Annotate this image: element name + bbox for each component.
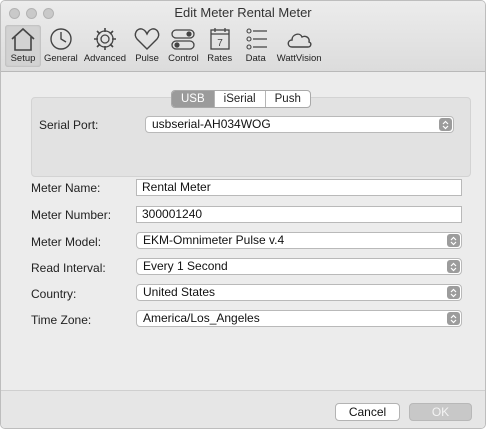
- tab-data[interactable]: Data: [238, 25, 274, 67]
- home-icon: [8, 25, 38, 53]
- tab-push[interactable]: Push: [264, 91, 310, 107]
- meter-name-label: Meter Name:: [31, 181, 101, 195]
- calendar-day: 7: [217, 38, 223, 49]
- calendar-icon: 7: [205, 25, 235, 53]
- country-select[interactable]: United States: [136, 284, 462, 301]
- chevron-updown-icon: [439, 118, 452, 131]
- window-title: Edit Meter Rental Meter: [174, 5, 312, 20]
- time-zone-select[interactable]: America/Los_Angeles: [136, 310, 462, 327]
- meter-model-label: Meter Model:: [31, 235, 102, 249]
- tab-label: General: [44, 53, 78, 64]
- toolbar: Setup General Advanced Pulse Control 7 R…: [5, 25, 325, 67]
- clock-icon: [46, 25, 76, 53]
- edit-meter-window: Edit Meter Rental Meter Setup General Ad…: [0, 0, 486, 429]
- tab-control[interactable]: Control: [165, 25, 202, 67]
- connection-type-control: USB iSerial Push: [171, 90, 311, 108]
- chevron-updown-icon: [447, 234, 460, 247]
- serial-port-select[interactable]: usbserial-AH034WOG: [145, 116, 454, 133]
- country-value: United States: [143, 285, 216, 299]
- time-zone-value: America/Los_Angeles: [143, 311, 260, 325]
- tab-label: Data: [245, 53, 266, 64]
- tab-setup[interactable]: Setup: [5, 25, 41, 67]
- serial-port-value: usbserial-AH034WOG: [152, 117, 271, 131]
- chevron-updown-icon: [447, 260, 460, 273]
- tab-rates[interactable]: 7 Rates: [202, 25, 238, 67]
- ok-button[interactable]: OK: [409, 403, 472, 421]
- tab-advanced[interactable]: Advanced: [81, 25, 129, 67]
- gear-icon: [90, 25, 120, 53]
- tab-label: Setup: [10, 53, 36, 64]
- country-label: Country:: [31, 287, 77, 301]
- tab-wattvision[interactable]: WattVision: [274, 25, 325, 67]
- tab-usb[interactable]: USB: [172, 91, 214, 107]
- serial-port-box: [31, 97, 471, 177]
- cancel-button[interactable]: Cancel: [335, 403, 400, 421]
- toggles-icon: [168, 25, 198, 53]
- meter-name-field[interactable]: Rental Meter: [136, 179, 462, 196]
- title-bar: Edit Meter Rental Meter Setup General Ad…: [1, 1, 485, 72]
- tab-label: Rates: [207, 53, 233, 64]
- serial-port-label: Serial Port:: [39, 118, 99, 132]
- cloud-icon: [284, 25, 314, 53]
- chevron-updown-icon: [447, 312, 460, 325]
- tab-pulse[interactable]: Pulse: [129, 25, 165, 67]
- meter-number-label: Meter Number:: [31, 208, 112, 222]
- meter-model-select[interactable]: EKM-Omnimeter Pulse v.4: [136, 232, 462, 249]
- tab-label: WattVision: [276, 53, 322, 64]
- time-zone-label: Time Zone:: [31, 313, 92, 327]
- tab-general[interactable]: General: [41, 25, 81, 67]
- heart-icon: [132, 25, 162, 53]
- read-interval-select[interactable]: Every 1 Second: [136, 258, 462, 275]
- tab-label: Advanced: [83, 53, 127, 64]
- list-icon: [241, 25, 271, 53]
- tab-label: Pulse: [135, 53, 159, 64]
- chevron-updown-icon: [447, 286, 460, 299]
- tab-label: Control: [168, 53, 199, 64]
- read-interval-label: Read Interval:: [31, 261, 106, 275]
- read-interval-value: Every 1 Second: [143, 259, 228, 273]
- meter-number-field[interactable]: 300001240: [136, 206, 462, 223]
- tab-iserial[interactable]: iSerial: [213, 91, 265, 107]
- meter-model-value: EKM-Omnimeter Pulse v.4: [143, 233, 285, 247]
